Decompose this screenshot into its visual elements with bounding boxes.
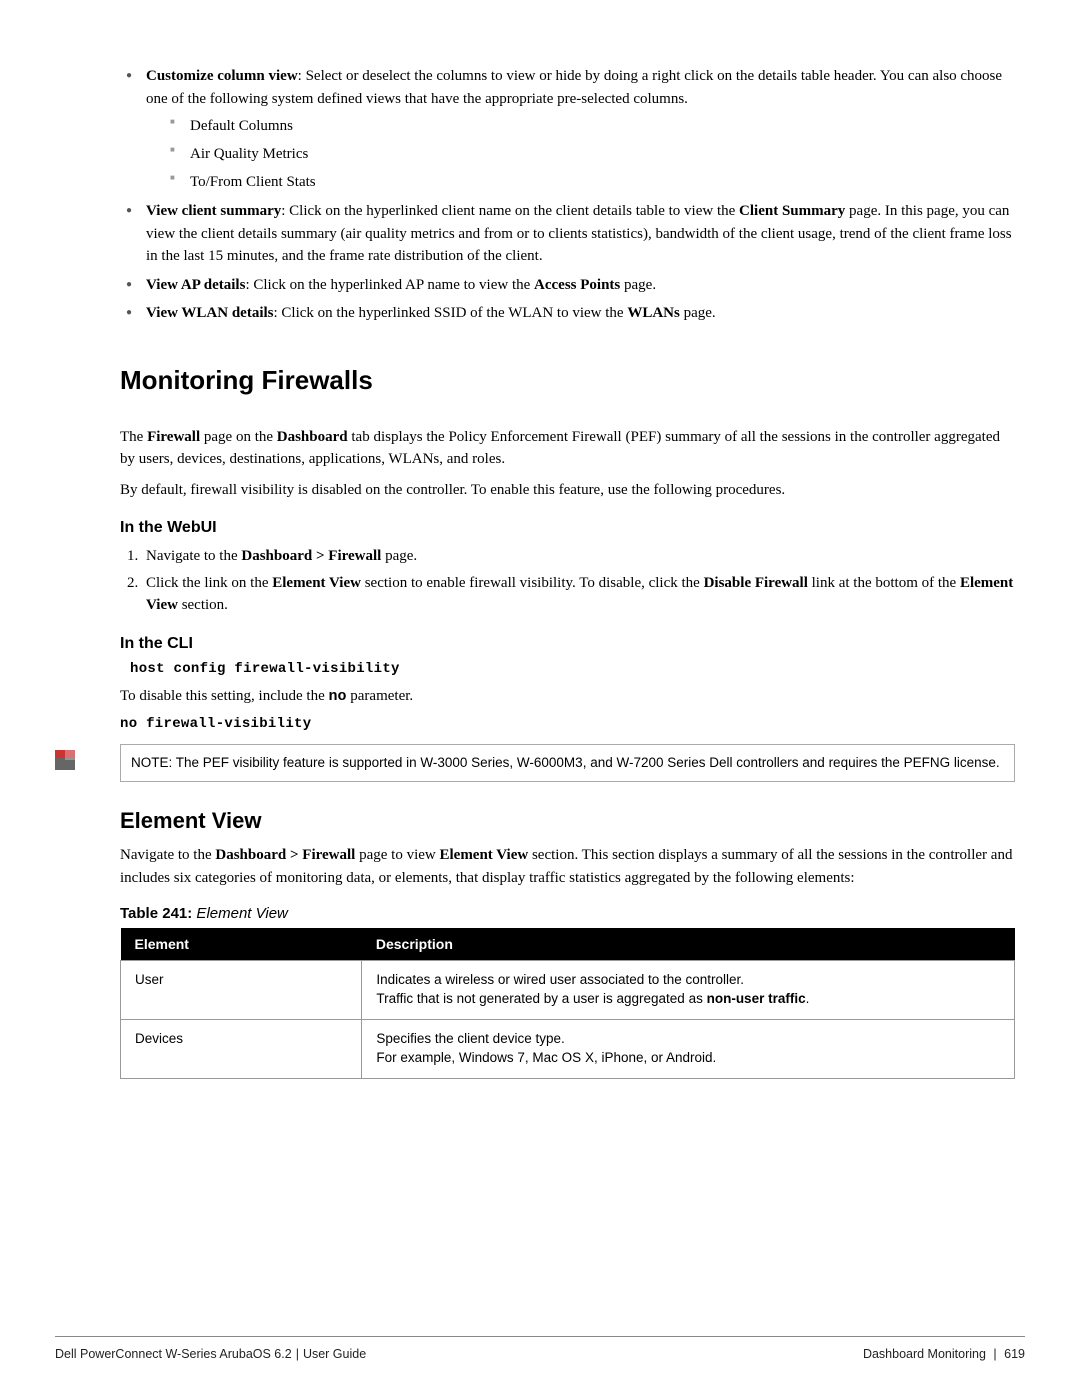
- table-cell-description: Indicates a wireless or wired user assoc…: [362, 961, 1015, 1020]
- step-1: Navigate to the Dashboard > Firewall pag…: [142, 545, 1015, 568]
- top-bullet-list: Customize column view: Select or deselec…: [120, 65, 1015, 325]
- bullet-label: View client summary: [146, 203, 281, 219]
- table-header-element: Element: [121, 928, 362, 961]
- intro-paragraph-1: The Firewall page on the Dashboard tab d…: [120, 426, 1015, 471]
- table-cell-element: Devices: [121, 1020, 362, 1079]
- table-cell-description: Specifies the client device type. For ex…: [362, 1020, 1015, 1079]
- note-text: NOTE: The PEF visibility feature is supp…: [120, 744, 1015, 782]
- heading-element-view: Element View: [120, 808, 1015, 834]
- note-icon: [55, 750, 75, 770]
- element-view-paragraph: Navigate to the Dashboard > Firewall pag…: [120, 844, 1015, 889]
- sub-bullet: To/From Client Stats: [164, 170, 1015, 194]
- page-footer: Dell PowerConnect W-Series ArubaOS 6.2|U…: [55, 1336, 1025, 1361]
- element-view-table: Element Description User Indicates a wir…: [120, 928, 1015, 1079]
- bullet-label: Customize column view: [146, 68, 298, 84]
- step-2: Click the link on the Element View secti…: [142, 572, 1015, 617]
- bullet-customize: Customize column view: Select or deselec…: [120, 65, 1015, 194]
- sub-bullet-list: Default Columns Air Quality Metrics To/F…: [164, 114, 1015, 194]
- bullet-view-wlan: View WLAN details: Click on the hyperlin…: [120, 302, 1015, 325]
- footer-left: Dell PowerConnect W-Series ArubaOS 6.2|U…: [55, 1347, 366, 1361]
- cli-disable-note: To disable this setting, include the no …: [120, 685, 1015, 709]
- table-header-description: Description: [362, 928, 1015, 961]
- table-caption: Table 241: Element View: [120, 905, 1015, 922]
- footer-right: Dashboard Monitoring | 619: [863, 1347, 1025, 1361]
- table-row: User Indicates a wireless or wired user …: [121, 961, 1015, 1020]
- sub-bullet: Default Columns: [164, 114, 1015, 138]
- bullet-view-ap: View AP details: Click on the hyperlinke…: [120, 274, 1015, 297]
- table-row: Devices Specifies the client device type…: [121, 1020, 1015, 1079]
- bullet-view-client: View client summary: Click on the hyperl…: [120, 200, 1015, 268]
- cli-command-2: no firewall-visibility: [120, 716, 1015, 732]
- heading-monitoring-firewalls: Monitoring Firewalls: [120, 365, 1015, 396]
- intro-paragraph-2: By default, firewall visibility is disab…: [120, 479, 1015, 502]
- heading-in-cli: In the CLI: [120, 635, 1015, 653]
- heading-in-webui: In the WebUI: [120, 519, 1015, 537]
- webui-steps: Navigate to the Dashboard > Firewall pag…: [120, 545, 1015, 617]
- bullet-label: View WLAN details: [146, 305, 274, 321]
- cli-command-1: host config firewall-visibility: [130, 661, 1015, 677]
- table-header-row: Element Description: [121, 928, 1015, 961]
- note-block: NOTE: The PEF visibility feature is supp…: [55, 744, 1015, 782]
- sub-bullet: Air Quality Metrics: [164, 142, 1015, 166]
- bullet-label: View AP details: [146, 277, 245, 293]
- table-cell-element: User: [121, 961, 362, 1020]
